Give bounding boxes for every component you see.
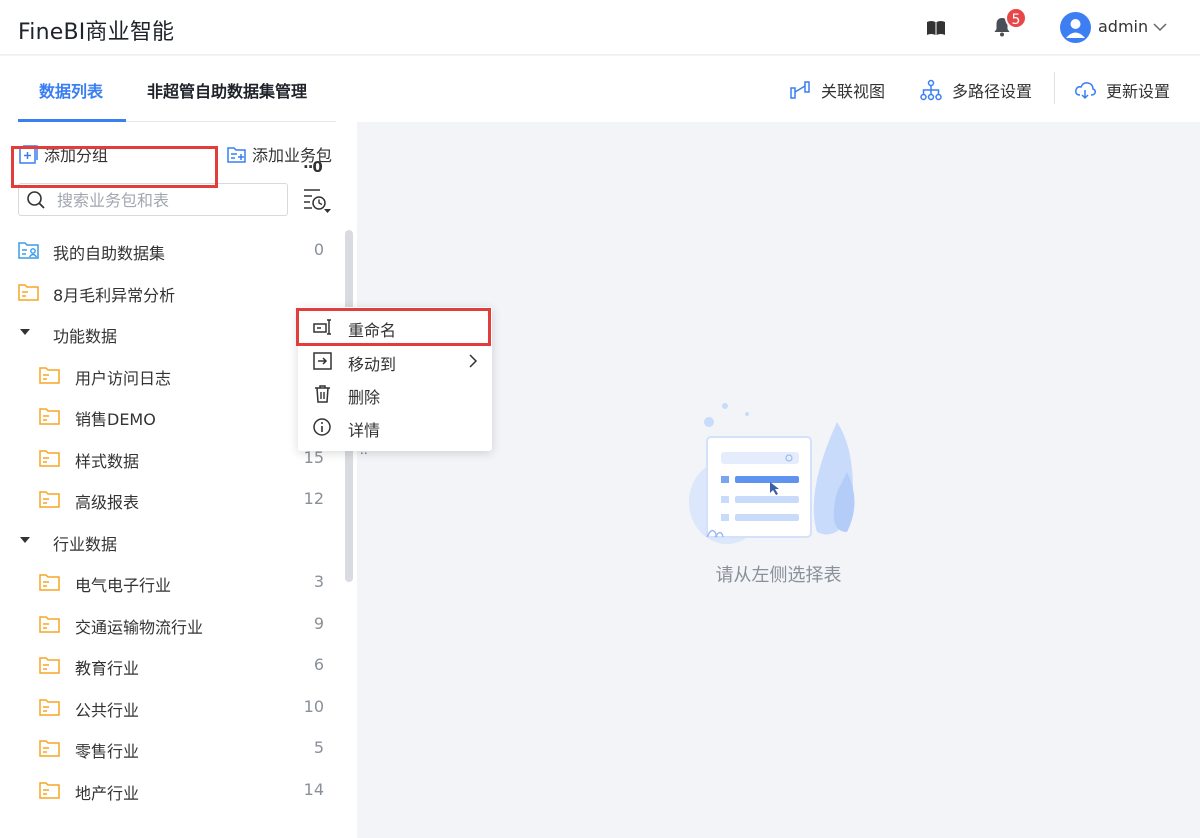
tree-group-label: 功能数据 (53, 327, 118, 346)
folder-icon (39, 450, 60, 467)
tree-item-education[interactable]: 教育行业 6 (0, 645, 340, 686)
username-label[interactable]: admin (1098, 17, 1148, 36)
tree-item-label: 销售DEMO (75, 410, 156, 429)
hierarchy-icon (920, 79, 942, 101)
menu-item-delete[interactable]: 删除 (298, 378, 492, 411)
folder-icon (39, 616, 60, 633)
tree-item-my-datasets[interactable]: 我的自助数据集 0 (0, 230, 340, 271)
folder-icon (39, 491, 60, 508)
tree-item-sales-demo[interactable]: 销售DEMO (0, 396, 340, 437)
tree-item-count: 12 (303, 489, 324, 508)
user-avatar-icon[interactable] (1060, 12, 1091, 43)
tree-item-count: 0 (313, 240, 324, 259)
tree-item-label: 8月毛利异常分析 (53, 286, 176, 305)
more-options-button[interactable]: ··0 (303, 158, 323, 176)
highlight-box-selected-item (11, 146, 218, 188)
menu-item-label: 详情 (348, 421, 381, 440)
highlight-box-rename (296, 308, 491, 346)
menu-item-details[interactable]: 详情 (298, 411, 492, 444)
folder-icon (39, 782, 60, 799)
folder-icon (39, 657, 60, 674)
relation-view-icon (790, 81, 810, 99)
tab-data-list[interactable]: 数据列表 (39, 78, 103, 102)
folder-icon (18, 284, 39, 301)
tree-item-aug-margin-analysis[interactable]: 8月毛利异常分析 (0, 272, 340, 313)
add-folder-icon (227, 146, 246, 163)
info-icon (313, 418, 331, 436)
tree-item-transport[interactable]: 交通运输物流行业 9 (0, 604, 340, 645)
update-settings-button[interactable]: 更新设置 (1074, 78, 1170, 102)
tree-item-advanced-report[interactable]: 高级报表 12 (0, 479, 340, 520)
tree-item-label: 电气电子行业 (75, 576, 172, 595)
tree-item-label: 地产行业 (75, 784, 140, 803)
tree-item-label: 我的自助数据集 (53, 244, 166, 263)
tree-item-label: 样式数据 (75, 452, 140, 471)
tree-item-label: 交通运输物流行业 (75, 618, 204, 637)
tree-item-count: 6 (313, 655, 324, 674)
tree-item-count: 5 (313, 738, 324, 757)
tree-item-label: 教育行业 (75, 659, 140, 678)
empty-state-text: 请从左侧选择表 (715, 565, 842, 586)
tree-group-industry-data[interactable]: 行业数据 (0, 521, 340, 562)
tree-group-function-data[interactable]: 功能数据 (0, 313, 340, 354)
tree-item-count: 9 (313, 614, 324, 633)
sidebar: 添加分组 添加业务包 我的自助数据集 0 (0, 122, 357, 838)
app-title: FineBI商业智能 (18, 20, 175, 45)
chevron-right-icon (469, 354, 478, 368)
tree-item-electrical[interactable]: 电气电子行业 3 (0, 562, 340, 603)
tree-item-label: 高级报表 (75, 493, 140, 512)
tree-item-label: 零售行业 (75, 742, 140, 761)
tree-item-retail[interactable]: 零售行业 5 (0, 728, 340, 769)
update-settings-label: 更新设置 (1106, 82, 1171, 101)
caret-down-icon[interactable] (20, 329, 30, 335)
relation-view-button[interactable]: 关联视图 (789, 78, 885, 102)
empty-table-illustration (689, 403, 855, 544)
tree-item-style-data[interactable]: 样式数据 15 (0, 438, 340, 479)
toolbar-separator (1054, 72, 1055, 104)
top-header: FineBI商业智能 5 admin (0, 0, 1200, 55)
chevron-down-icon[interactable] (1152, 20, 1168, 34)
filter-history-icon[interactable] (302, 186, 332, 214)
tab-bar: 数据列表 非超管自助数据集管理 关联视图 多路径设置 更新设置 (0, 56, 1200, 122)
menu-item-label: 移动到 (348, 355, 397, 374)
tree-item-real-estate[interactable]: 地产行业 14 (0, 770, 340, 811)
tree-item-label: 用户访问日志 (75, 369, 172, 388)
tree-group-label: 行业数据 (53, 535, 118, 554)
tree-item-count: 10 (303, 697, 324, 716)
tree-item-count: 14 (303, 780, 324, 799)
notification-badge: 5 (1005, 7, 1027, 29)
multipath-label: 多路径设置 (952, 82, 1033, 101)
tree-item-count: 3 (313, 572, 324, 591)
user-folder-icon (18, 242, 39, 259)
book-icon[interactable] (925, 17, 947, 39)
folder-icon (39, 367, 60, 384)
tab-self-service-dataset[interactable]: 非超管自助数据集管理 (147, 78, 307, 102)
main-content: 请从左侧选择表 (357, 122, 1200, 838)
tree-item-user-access-log[interactable]: 用户访问日志 (0, 355, 340, 396)
caret-down-icon[interactable] (20, 537, 30, 543)
menu-item-move-to[interactable]: 移动到 (298, 345, 492, 378)
tree-item-public[interactable]: 公共行业 10 (0, 687, 340, 728)
folder-icon (39, 408, 60, 425)
trash-icon (315, 385, 330, 403)
cloud-refresh-icon (1075, 82, 1096, 100)
search-icon (27, 191, 45, 209)
move-to-icon (313, 352, 332, 370)
search-input[interactable] (57, 189, 282, 211)
folder-icon (39, 740, 60, 757)
multipath-button[interactable]: 多路径设置 (920, 78, 1032, 102)
menu-item-label: 删除 (348, 388, 381, 407)
folder-icon (39, 699, 60, 716)
tree-item-label: 公共行业 (75, 701, 140, 720)
folder-icon (39, 574, 60, 591)
relation-view-label: 关联视图 (821, 82, 886, 101)
